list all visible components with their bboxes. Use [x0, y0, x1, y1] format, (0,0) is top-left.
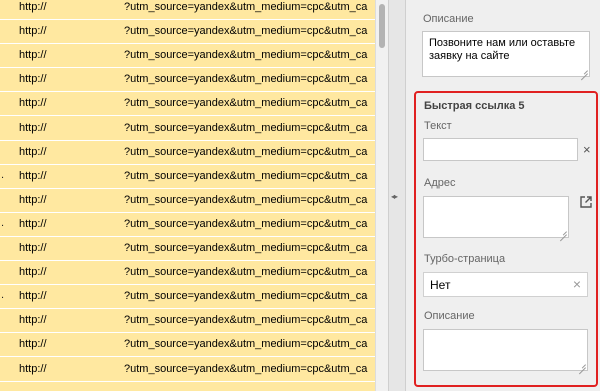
- quicklink-description-label: Описание: [424, 310, 475, 322]
- row-marker: .: [1, 216, 5, 229]
- cell-url[interactable]: http://: [19, 242, 47, 254]
- address-textarea[interactable]: [423, 196, 569, 238]
- cell-utm-params[interactable]: ?utm_source=yandex&utm_medium=cpc&utm_ca: [124, 266, 375, 278]
- cell-url[interactable]: http://: [19, 25, 47, 37]
- table-row[interactable]: http:// ?utm_source=yandex&utm_medium=cpc…: [0, 357, 375, 382]
- table-row[interactable]: http:// ?utm_source=yandex&utm_medium=cpc…: [0, 140, 375, 165]
- resize-handle-icon[interactable]: [560, 229, 567, 236]
- cell-utm-params[interactable]: ?utm_source=yandex&utm_medium=cpc&utm_ca: [124, 194, 375, 206]
- splitter-arrows-icon[interactable]: ◂▸: [391, 192, 398, 202]
- resize-handle-icon[interactable]: [579, 362, 586, 369]
- cell-utm-params[interactable]: ?utm_source=yandex&utm_medium=cpc&utm_ca: [124, 122, 375, 134]
- table-row[interactable]: http:// ?utm_source=yandex&utm_medium=cpc…: [0, 44, 375, 69]
- cell-url[interactable]: http://: [19, 122, 47, 134]
- table-row[interactable]: http:// ?utm_source=yandex&utm_medium=cpc…: [0, 68, 375, 93]
- table-row[interactable]: http:// ?utm_source=yandex&utm_medium=cpc…: [0, 0, 375, 20]
- table-row[interactable]: . http:// ?utm_source=yandex&utm_medium=cp…: [0, 164, 375, 189]
- cell-url[interactable]: http://: [19, 290, 47, 302]
- table-row[interactable]: . http:// ?utm_source=yandex&utm_medium=cp…: [0, 285, 375, 310]
- text-label: Текст: [424, 120, 452, 132]
- table-row[interactable]: http:// ?utm_source=yandex&utm_medium=cpc…: [0, 20, 375, 45]
- description-textarea[interactable]: Позвоните нам или оставьте заявку на сай…: [422, 31, 590, 77]
- cell-utm-params[interactable]: ?utm_source=yandex&utm_medium=cpc&utm_ca: [124, 25, 375, 37]
- clear-select-icon[interactable]: ×: [573, 276, 581, 292]
- cell-url[interactable]: http://: [19, 49, 47, 61]
- cell-url[interactable]: http://: [19, 266, 47, 278]
- cell-utm-params[interactable]: ?utm_source=yandex&utm_medium=cpc&utm_ca: [124, 218, 375, 230]
- cell-url[interactable]: http://: [19, 363, 47, 375]
- table-row[interactable]: http:// ?utm_source=yandex&utm_medium=cpc…: [0, 309, 375, 334]
- table-row[interactable]: http:// ?utm_source=yandex&utm_medium=cpc…: [0, 333, 375, 358]
- cell-utm-params[interactable]: ?utm_source=yandex&utm_medium=cpc&utm_ca: [124, 363, 375, 375]
- cell-url[interactable]: http://: [19, 73, 47, 85]
- description-label: Описание: [423, 13, 474, 25]
- scrollbar-thumb[interactable]: [379, 4, 385, 48]
- cell-utm-params[interactable]: ?utm_source=yandex&utm_medium=cpc&utm_ca: [124, 97, 375, 109]
- cell-url[interactable]: http://: [19, 218, 47, 230]
- quicklink-block: Быстрая ссылка 5 Текст × Адрес Турбо-стр…: [414, 91, 598, 387]
- cell-utm-params[interactable]: ?utm_source=yandex&utm_medium=cpc&utm_ca: [124, 49, 375, 61]
- cell-utm-params[interactable]: ?utm_source=yandex&utm_medium=cpc&utm_ca: [124, 1, 375, 13]
- quicklink-title: Быстрая ссылка 5: [424, 100, 525, 112]
- cell-url[interactable]: http://: [19, 314, 47, 326]
- edit-panel: Описание Позвоните нам или оставьте заяв…: [406, 0, 600, 391]
- cell-url[interactable]: http://: [19, 194, 47, 206]
- table-row[interactable]: http:// ?utm_source=yandex&utm_medium=cpc…: [0, 188, 375, 213]
- description-text: Позвоните нам или оставьте заявку на сай…: [429, 37, 576, 62]
- cell-utm-params[interactable]: ?utm_source=yandex&utm_medium=cpc&utm_ca: [124, 338, 375, 350]
- cell-utm-params[interactable]: ?utm_source=yandex&utm_medium=cpc&utm_ca: [124, 73, 375, 85]
- cell-url[interactable]: http://: [19, 1, 47, 13]
- cell-utm-params[interactable]: ?utm_source=yandex&utm_medium=cpc&utm_ca: [124, 290, 375, 302]
- cell-utm-params[interactable]: ?utm_source=yandex&utm_medium=cpc&utm_ca: [124, 314, 375, 326]
- quicklink-description-textarea[interactable]: [423, 329, 588, 371]
- cell-url[interactable]: http://: [19, 97, 47, 109]
- cell-url[interactable]: http://: [19, 170, 47, 182]
- turbo-page-select[interactable]: Нет ×: [423, 272, 588, 297]
- table-row[interactable]: http:// ?utm_source=yandex&utm_medium=cpc…: [0, 237, 375, 261]
- table-row[interactable]: http:// ?utm_source=yandex&utm_medium=cpc…: [0, 116, 375, 141]
- row-marker: .: [1, 168, 5, 181]
- cell-url[interactable]: http://: [19, 146, 47, 158]
- address-label: Адрес: [424, 177, 456, 189]
- sitelinks-table: http:// ?utm_source=yandex&utm_medium=cpc…: [0, 0, 375, 391]
- cell-url[interactable]: http://: [19, 338, 47, 350]
- external-link-icon[interactable]: [579, 195, 593, 209]
- pane-splitter[interactable]: ◂▸: [388, 0, 406, 391]
- cell-utm-params[interactable]: ?utm_source=yandex&utm_medium=cpc&utm_ca: [124, 146, 375, 158]
- turbo-page-value: Нет: [430, 278, 451, 292]
- row-marker: .: [1, 289, 5, 302]
- table-scrollbar[interactable]: [375, 0, 388, 391]
- table-row[interactable]: http:// ?utm_source=yandex&utm_medium=cpc…: [0, 92, 375, 117]
- text-input[interactable]: [423, 138, 578, 161]
- clear-text-icon[interactable]: ×: [583, 143, 591, 156]
- cell-utm-params[interactable]: ?utm_source=yandex&utm_medium=cpc&utm_ca: [124, 242, 375, 254]
- table-row[interactable]: . http:// ?utm_source=yandex&utm_medium=cp…: [0, 212, 375, 237]
- cell-utm-params[interactable]: ?utm_source=yandex&utm_medium=cpc&utm_ca: [124, 170, 375, 182]
- resize-handle-icon[interactable]: [581, 68, 588, 75]
- table-row[interactable]: http:// ?utm_source=yandex&utm_medium=cpc…: [0, 261, 375, 286]
- turbo-page-label: Турбо-страница: [424, 253, 506, 265]
